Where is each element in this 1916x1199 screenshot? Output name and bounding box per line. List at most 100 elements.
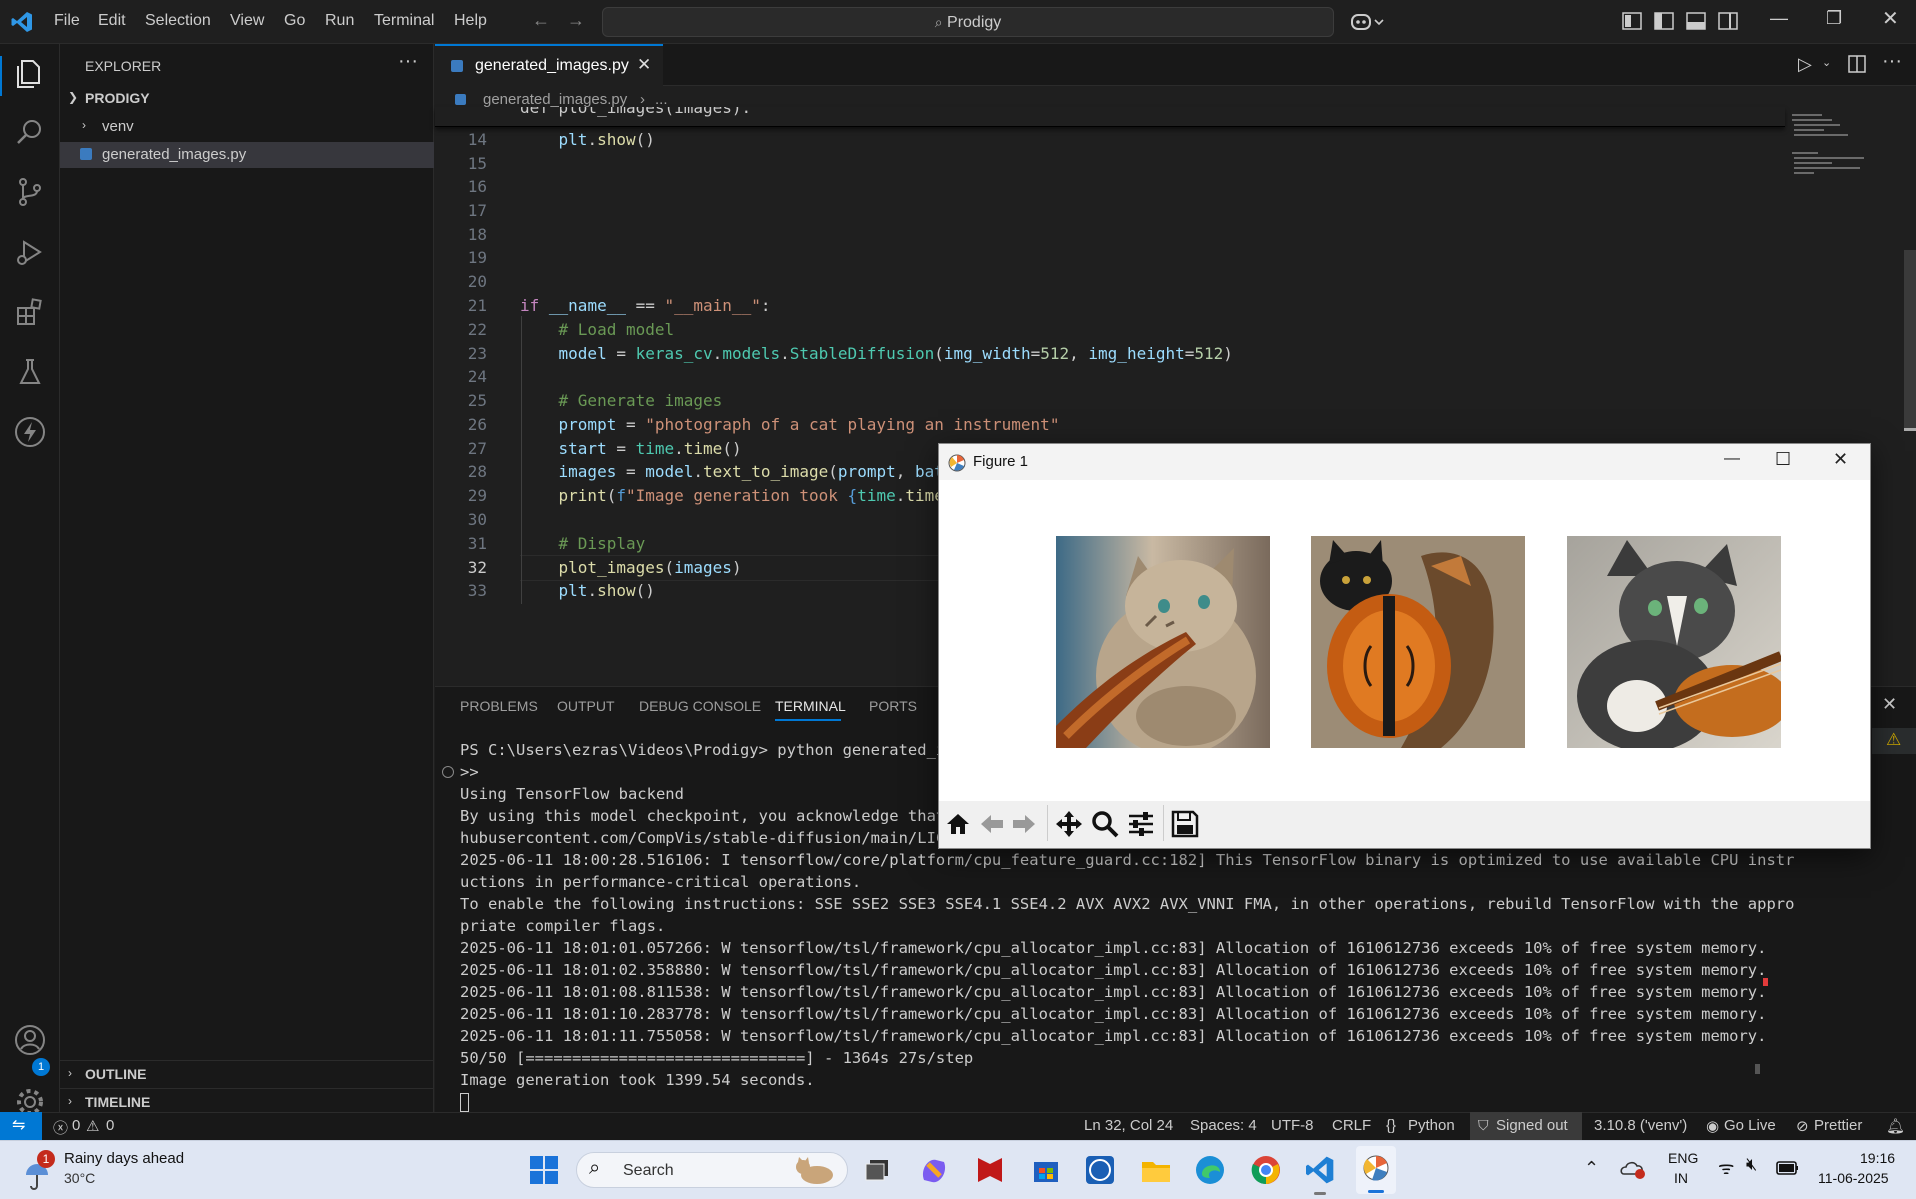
- microsoft-store-icon[interactable]: [1030, 1154, 1062, 1186]
- forward-arrow-icon[interactable]: [1011, 811, 1037, 837]
- cursor-position[interactable]: Ln 32, Col 24: [1084, 1117, 1173, 1134]
- language-top[interactable]: ENG: [1668, 1150, 1698, 1166]
- customize-layout-icon[interactable]: [1622, 12, 1642, 30]
- warning-icon[interactable]: ⚠: [86, 1117, 99, 1135]
- minimize-icon[interactable]: —: [1770, 8, 1788, 29]
- notifications-bell-icon[interactable]: 🔔︎: [1886, 1117, 1905, 1135]
- remote-indicator[interactable]: ⇋: [0, 1112, 42, 1140]
- panel-tab-terminal[interactable]: TERMINAL: [775, 698, 846, 714]
- indentation[interactable]: Spaces: 4: [1190, 1117, 1257, 1134]
- prettier-button[interactable]: Prettier: [1814, 1117, 1862, 1134]
- vscode-taskbar-icon[interactable]: [1304, 1154, 1336, 1186]
- python-figure-taskbar-item[interactable]: [1356, 1146, 1396, 1194]
- figure-minimize-icon[interactable]: —: [1724, 450, 1740, 468]
- editor-scrollbar-thumb[interactable]: [1904, 250, 1916, 430]
- run-dropdown-chevron-icon[interactable]: ⌄: [1822, 56, 1831, 69]
- go-live-button[interactable]: Go Live: [1724, 1117, 1776, 1134]
- mcafee-icon[interactable]: [974, 1154, 1006, 1186]
- run-python-file-icon[interactable]: ▷: [1798, 54, 1812, 75]
- language-bottom[interactable]: IN: [1674, 1170, 1688, 1186]
- edge-browser-icon[interactable]: [1194, 1154, 1226, 1186]
- terminal-instance-tab[interactable]: ⚠: [1872, 728, 1916, 754]
- copilot-icon[interactable]: [1350, 11, 1386, 33]
- figure-close-icon[interactable]: ✕: [1833, 449, 1848, 470]
- breadcrumb-file[interactable]: generated_images.py: [483, 91, 627, 108]
- onedrive-sync-icon[interactable]: [1620, 1158, 1646, 1180]
- forward-arrow-icon[interactable]: →: [567, 10, 585, 31]
- terminal-scroll-marker: [1763, 978, 1768, 986]
- error-icon[interactable]: ⓧ: [53, 1117, 68, 1138]
- toggle-sidebar-icon[interactable]: [1654, 12, 1674, 30]
- back-arrow-icon[interactable]: [979, 811, 1005, 837]
- menu-run[interactable]: Run: [325, 12, 354, 30]
- run-debug-icon[interactable]: [12, 234, 48, 270]
- battery-icon[interactable]: [1776, 1160, 1800, 1176]
- sticky-scroll[interactable]: def plot_images(images):: [435, 107, 1785, 127]
- search-icon[interactable]: [12, 114, 48, 150]
- minimap[interactable]: [1790, 112, 1870, 192]
- menu-edit[interactable]: Edit: [98, 12, 126, 30]
- configure-subplots-icon[interactable]: [1127, 810, 1155, 838]
- extensions-icon[interactable]: [12, 294, 48, 330]
- menu-file[interactable]: File: [54, 12, 80, 30]
- tree-item-venv[interactable]: › venv: [60, 116, 434, 140]
- menu-view[interactable]: View: [230, 12, 264, 30]
- breadcrumb-symbol[interactable]: ...: [655, 91, 668, 108]
- command-center-search[interactable]: ⌕ Prodigy: [602, 7, 1334, 37]
- explorer-icon[interactable]: [12, 56, 48, 92]
- panel-tab-debug-console[interactable]: DEBUG CONSOLE: [639, 698, 761, 714]
- panel-tab-problems[interactable]: PROBLEMS: [460, 698, 538, 714]
- save-figure-icon[interactable]: [1171, 810, 1199, 838]
- pan-move-icon[interactable]: [1055, 810, 1083, 838]
- zoom-magnifier-icon[interactable]: [1091, 810, 1119, 838]
- menu-terminal[interactable]: Terminal: [374, 12, 434, 30]
- close-window-icon[interactable]: ✕: [1882, 6, 1899, 31]
- menu-go[interactable]: Go: [284, 12, 305, 30]
- figure-maximize-icon[interactable]: ☐: [1775, 449, 1791, 470]
- home-icon[interactable]: [945, 811, 971, 837]
- dell-icon[interactable]: [1084, 1154, 1116, 1186]
- show-hidden-icons-chevron-icon[interactable]: ⌃: [1584, 1158, 1599, 1179]
- error-count[interactable]: 0: [72, 1117, 80, 1134]
- taskbar-search-box[interactable]: ⌕ Search: [576, 1152, 848, 1188]
- panel-tab-output[interactable]: OUTPUT: [557, 698, 615, 714]
- outline-section[interactable]: › OUTLINE: [60, 1064, 434, 1088]
- encoding[interactable]: UTF-8: [1271, 1117, 1314, 1134]
- wifi-icon[interactable]: ᯤ: [1718, 1156, 1734, 1180]
- menu-selection[interactable]: Selection: [145, 12, 211, 30]
- terminal-scrollbar-thumb[interactable]: [1755, 1064, 1760, 1074]
- back-arrow-icon[interactable]: ←: [532, 10, 550, 31]
- account-icon: ⛉: [1478, 1117, 1489, 1133]
- signed-out-indicator[interactable]: ⛉ Signed out: [1470, 1112, 1582, 1140]
- speaker-muted-icon[interactable]: 🔇︎: [1746, 1154, 1757, 1175]
- windows-start-icon[interactable]: [528, 1154, 560, 1186]
- chrome-browser-icon[interactable]: [1250, 1154, 1282, 1186]
- more-actions-icon[interactable]: ···: [398, 50, 418, 73]
- tab-generated-images[interactable]: generated_images.py ✕: [435, 44, 663, 87]
- toggle-secondary-sidebar-icon[interactable]: [1718, 12, 1738, 30]
- panel-tab-ports[interactable]: PORTS: [869, 698, 917, 714]
- split-editor-icon[interactable]: [1848, 55, 1866, 73]
- close-panel-icon[interactable]: ✕: [1882, 694, 1897, 715]
- source-control-icon[interactable]: [12, 174, 48, 210]
- editor-more-actions-icon[interactable]: ···: [1882, 50, 1902, 73]
- toggle-panel-icon[interactable]: [1686, 12, 1706, 30]
- warning-count[interactable]: 0: [106, 1117, 114, 1134]
- testing-icon[interactable]: [12, 354, 48, 390]
- restore-icon[interactable]: ❐: [1826, 8, 1842, 29]
- clock-date[interactable]: 11-06-2025: [1818, 1170, 1889, 1186]
- language-mode[interactable]: Python: [1408, 1117, 1455, 1134]
- python-interpreter[interactable]: 3.10.8 ('venv'): [1594, 1117, 1687, 1134]
- lightning-icon[interactable]: [12, 414, 48, 450]
- accounts-icon[interactable]: [12, 1022, 48, 1058]
- menu-help[interactable]: Help: [454, 12, 487, 30]
- figure-title-bar[interactable]: Figure 1 — ☐ ✕: [939, 444, 1870, 480]
- file-explorer-icon[interactable]: [1140, 1154, 1172, 1186]
- tree-item-generated-images[interactable]: generated_images.py: [60, 142, 434, 168]
- tab-close-icon[interactable]: ✕: [637, 55, 651, 75]
- end-of-line[interactable]: CRLF: [1332, 1117, 1371, 1134]
- project-folder[interactable]: ❯ PRODIGY: [60, 88, 434, 112]
- clock-time[interactable]: 19:16: [1860, 1150, 1895, 1166]
- task-view-icon[interactable]: [862, 1154, 894, 1186]
- copilot-app-icon[interactable]: [918, 1154, 950, 1186]
